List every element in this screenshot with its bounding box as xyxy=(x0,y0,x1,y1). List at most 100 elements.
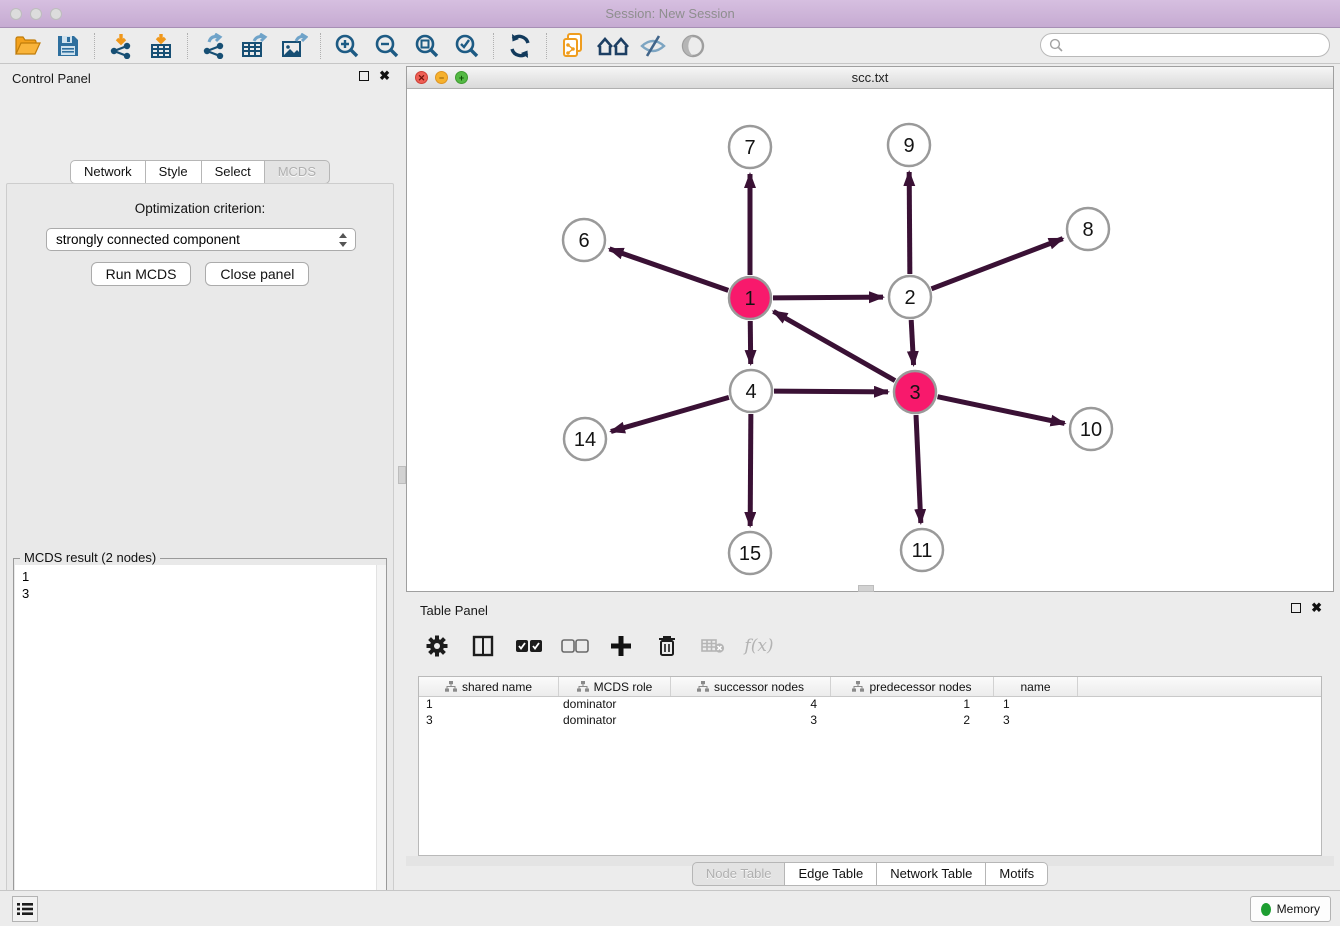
graph-edge-2-3[interactable] xyxy=(911,320,913,365)
cell-mcds-role[interactable]: dominator xyxy=(559,713,671,729)
import-table-icon[interactable] xyxy=(141,30,181,62)
table-row[interactable]: 3 dominator 3 2 3 xyxy=(419,713,1321,729)
export-table-icon[interactable] xyxy=(234,30,274,62)
network-canvas[interactable]: 7968124314101511 xyxy=(407,89,1333,591)
cell-mcds-role[interactable]: dominator xyxy=(559,697,671,713)
window-titlebar: Session: New Session xyxy=(0,0,1340,28)
graph-node-label: 1 xyxy=(744,288,755,310)
cell-shared-name[interactable]: 1 xyxy=(419,697,559,713)
hide-preview-icon[interactable] xyxy=(633,30,673,62)
network-minimize-button[interactable]: − xyxy=(435,71,448,84)
float-panel-icon[interactable] xyxy=(359,71,369,81)
graph-edge-2-9[interactable] xyxy=(909,172,910,274)
column-header-successor-nodes[interactable]: successor nodes xyxy=(671,677,831,696)
network-graph[interactable]: 7968124314101511 xyxy=(407,89,1333,591)
cell-successor-nodes[interactable]: 4 xyxy=(671,697,831,713)
network-close-button[interactable]: ✕ xyxy=(415,71,428,84)
table-header-row: shared name MCDS role successor nodes pr… xyxy=(419,677,1321,697)
graph-edge-1-6[interactable] xyxy=(609,249,728,291)
network-zoom-button[interactable]: + xyxy=(455,71,468,84)
graph-edge-3-11[interactable] xyxy=(916,415,921,523)
column-layout-icon[interactable] xyxy=(466,630,500,662)
column-header-mcds-role[interactable]: MCDS role xyxy=(559,677,671,696)
tab-edge-table[interactable]: Edge Table xyxy=(785,862,877,886)
close-panel-button[interactable]: Close panel xyxy=(205,262,309,286)
deselect-all-rows-icon[interactable] xyxy=(558,630,592,662)
close-table-panel-icon[interactable]: ✖ xyxy=(1311,603,1322,613)
graph-edge-4-14[interactable] xyxy=(611,397,729,431)
result-line: 1 xyxy=(22,568,386,585)
zoom-selected-icon[interactable] xyxy=(447,30,487,62)
control-panel: Control Panel ✖ Network Style Select MCD… xyxy=(0,64,400,880)
graph-node-label: 9 xyxy=(903,135,914,157)
cell-predecessor-nodes[interactable]: 1 xyxy=(831,697,994,713)
result-scrollbar[interactable] xyxy=(376,565,386,926)
float-table-panel-icon[interactable] xyxy=(1291,603,1301,613)
add-column-icon[interactable] xyxy=(604,630,638,662)
network-window-titlebar[interactable]: ✕ − + scc.txt xyxy=(407,67,1333,89)
show-panels-button[interactable] xyxy=(12,896,38,922)
search-icon xyxy=(1049,38,1064,53)
cell-shared-name[interactable]: 3 xyxy=(419,713,559,729)
session-networks-icon[interactable] xyxy=(553,30,593,62)
node-table[interactable]: shared name MCDS role successor nodes pr… xyxy=(418,676,1322,856)
tab-style[interactable]: Style xyxy=(146,160,202,184)
table-panel: Table Panel ✖ f(x) xyxy=(406,596,1334,890)
export-image-icon[interactable] xyxy=(274,30,314,62)
delete-columns-icon[interactable] xyxy=(650,630,684,662)
network-view-window: ✕ − + scc.txt 7968124314101511 xyxy=(406,66,1334,592)
open-file-icon[interactable] xyxy=(8,30,48,62)
table-row[interactable]: 1 dominator 4 1 1 xyxy=(419,697,1321,713)
cell-name[interactable]: 3 xyxy=(994,713,1078,729)
function-builder-icon[interactable]: f(x) xyxy=(742,630,776,662)
memory-status-icon xyxy=(1261,903,1271,916)
export-network-icon[interactable] xyxy=(194,30,234,62)
eye-disabled-icon[interactable] xyxy=(673,30,713,62)
graph-edge-3-1[interactable] xyxy=(773,311,895,380)
graph-edge-2-8[interactable] xyxy=(931,239,1062,289)
tab-network[interactable]: Network xyxy=(70,160,146,184)
column-type-icon xyxy=(445,681,457,692)
refresh-icon[interactable] xyxy=(500,30,540,62)
column-label: predecessor nodes xyxy=(869,680,971,694)
save-session-icon[interactable] xyxy=(48,30,88,62)
column-label: MCDS role xyxy=(594,680,653,694)
cell-name[interactable]: 1 xyxy=(994,697,1078,713)
column-header-predecessor-nodes[interactable]: predecessor nodes xyxy=(831,677,994,696)
zoom-in-icon[interactable] xyxy=(327,30,367,62)
mcds-result-title: MCDS result (2 nodes) xyxy=(20,550,160,565)
tab-network-table[interactable]: Network Table xyxy=(877,862,986,886)
horizontal-splitter-handle[interactable] xyxy=(858,585,874,592)
home-layout-icon[interactable] xyxy=(593,30,633,62)
vertical-splitter-handle[interactable] xyxy=(398,466,406,484)
graph-edge-3-10[interactable] xyxy=(938,397,1065,424)
column-header-shared-name[interactable]: shared name xyxy=(419,677,559,696)
memory-button[interactable]: Memory xyxy=(1250,896,1331,922)
graph-edge-1-2[interactable] xyxy=(773,297,883,298)
settings-gear-icon[interactable] xyxy=(420,630,454,662)
graph-edge-4-3[interactable] xyxy=(774,391,888,392)
search-input[interactable] xyxy=(1040,33,1330,57)
column-header-name[interactable]: name xyxy=(994,677,1078,696)
graph-node-label: 10 xyxy=(1080,419,1102,441)
select-all-rows-icon[interactable] xyxy=(512,630,546,662)
delete-table-icon[interactable] xyxy=(696,630,730,662)
tab-node-table[interactable]: Node Table xyxy=(692,862,786,886)
zoom-out-icon[interactable] xyxy=(367,30,407,62)
tab-mcds[interactable]: MCDS xyxy=(265,160,330,184)
graph-edge-4-15[interactable] xyxy=(750,414,751,526)
mcds-result-text[interactable]: 1 3 xyxy=(15,565,386,926)
tab-select[interactable]: Select xyxy=(202,160,265,184)
graph-node-label: 4 xyxy=(745,381,756,403)
cell-successor-nodes[interactable]: 3 xyxy=(671,713,831,729)
cell-predecessor-nodes[interactable]: 2 xyxy=(831,713,994,729)
zoom-fit-icon[interactable] xyxy=(407,30,447,62)
graph-node-label: 15 xyxy=(739,543,761,565)
run-mcds-button[interactable]: Run MCDS xyxy=(91,262,192,286)
tab-motifs[interactable]: Motifs xyxy=(986,862,1048,886)
close-panel-icon[interactable]: ✖ xyxy=(379,71,390,81)
column-type-icon xyxy=(852,681,864,692)
main-toolbar xyxy=(0,28,1340,64)
criterion-select[interactable]: strongly connected component xyxy=(46,228,356,251)
import-network-icon[interactable] xyxy=(101,30,141,62)
